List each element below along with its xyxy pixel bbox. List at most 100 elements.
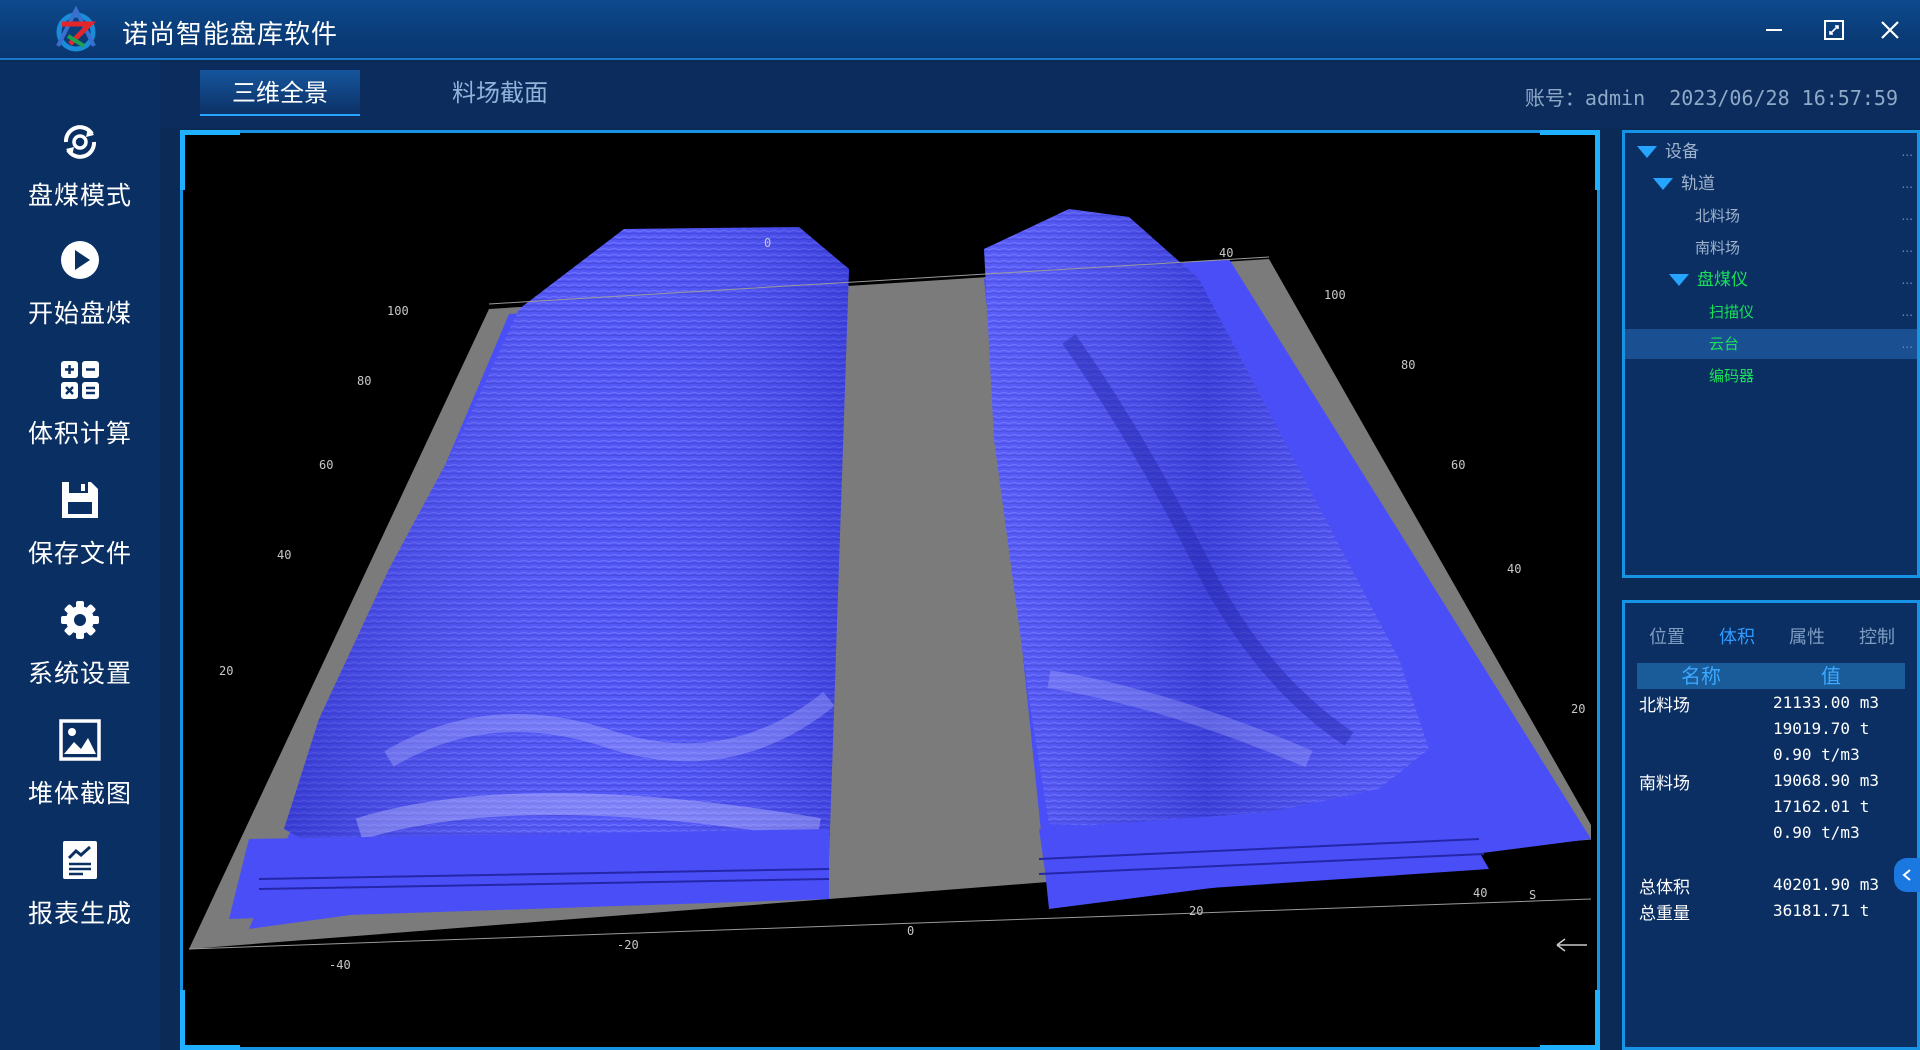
minimize-icon	[1766, 29, 1782, 31]
axis-tick-label: 80	[1401, 358, 1415, 372]
more-icon[interactable]: ...	[1902, 137, 1913, 167]
row-label: 南料场	[1639, 774, 1690, 794]
sidebar-item-label: 系统设置	[27, 659, 132, 688]
axis-tick-label: 40	[1473, 886, 1487, 900]
user-info: 账号：admin 2023/06/28 16:57:59	[1525, 82, 1898, 111]
expand-triangle-icon	[1637, 146, 1657, 158]
axis-tick-label: 20	[1571, 702, 1585, 716]
tree-item-north-yard[interactable]: 北料场...	[1625, 201, 1917, 231]
tree-item-label: 编码器	[1709, 367, 1755, 385]
axis-tick-label: -40	[329, 958, 351, 972]
info-tab-position[interactable]: 位置	[1649, 623, 1685, 649]
3d-viewport[interactable]: 0 100 80 60 40 20 40 100 80 60 40 20 -40…	[189, 139, 1591, 1047]
sidebar-item-label: 体积计算	[27, 419, 132, 448]
sidebar-item-coal-mode[interactable]: 盘煤模式	[0, 120, 160, 230]
report-icon	[63, 841, 97, 879]
row-value: 21133.00 m3	[1773, 693, 1879, 712]
expand-triangle-icon	[1669, 274, 1689, 286]
tab-bar: 三维全景 料场截面 账号：admin 2023/06/28 16:57:59	[160, 62, 1920, 128]
sidebar-item-label: 保存文件	[27, 539, 132, 568]
axis-tick-label: 40	[277, 548, 291, 562]
close-button[interactable]	[1870, 10, 1910, 50]
sidebar-item-report[interactable]: 报表生成	[0, 838, 160, 948]
sidebar-item-label: 报表生成	[27, 899, 132, 928]
close-icon	[1881, 21, 1899, 39]
row-label: 总体积	[1639, 878, 1690, 898]
column-header-name: 名称	[1681, 664, 1721, 688]
account-label: 账号：	[1524, 86, 1585, 110]
sidebar-item-snapshot[interactable]: 堆体截图	[0, 718, 160, 828]
row-value: 0.90 t/m3	[1773, 745, 1860, 764]
tree-item-encoder[interactable]: 编码器	[1625, 361, 1917, 391]
sidebar-item-settings[interactable]: 系统设置	[0, 598, 160, 708]
tree-item-label: 北料场	[1695, 207, 1741, 225]
info-tab-volume[interactable]: 体积	[1719, 623, 1755, 649]
tree-item-label: 扫描仪	[1709, 303, 1755, 321]
info-panel: 位置 体积 属性 控制 名称 值 北料场 21133.00 m3 19019.7…	[1622, 600, 1920, 1050]
axis-tick-label: 0	[907, 924, 914, 938]
tree-item-ptz[interactable]: 云台...	[1625, 329, 1917, 359]
axis-tick-label: 60	[1451, 458, 1465, 472]
tree-item-device[interactable]: 设备...	[1625, 137, 1917, 167]
tree-item-scanner-unit[interactable]: 盘煤仪...	[1625, 265, 1917, 295]
row-value: 36181.71 t	[1773, 901, 1870, 920]
3d-scene: 0 100 80 60 40 20 40 100 80 60 40 20 -40…	[189, 209, 1591, 972]
viewport-frame: 0 100 80 60 40 20 40 100 80 60 40 20 -40…	[180, 130, 1600, 1050]
axis-tick-label: 100	[387, 304, 409, 318]
account-name: admin	[1584, 86, 1646, 110]
row-value: 17162.01 t	[1773, 797, 1870, 816]
sidebar-item-start[interactable]: 开始盘煤	[0, 238, 160, 348]
save-icon	[62, 482, 98, 518]
gear-icon	[61, 601, 99, 639]
row-label: 北料场	[1639, 696, 1690, 716]
tree-item-label: 南料场	[1695, 239, 1741, 257]
sidebar-item-volume[interactable]: 体积计算	[0, 358, 160, 468]
image-icon	[59, 719, 101, 761]
more-icon[interactable]: ...	[1902, 297, 1913, 327]
tree-item-label: 盘煤仪	[1697, 270, 1748, 290]
tree-item-label: 设备	[1665, 142, 1699, 162]
chevron-left-icon	[1902, 869, 1911, 881]
axis-tick-label: S	[1529, 888, 1536, 902]
axis-tick-label: 40	[1507, 562, 1521, 576]
tab-yard-section[interactable]: 料场截面	[420, 70, 580, 116]
app-logo-icon	[56, 6, 97, 52]
axis-tick-label: 20	[1189, 904, 1203, 918]
axis-tick-label: 20	[219, 664, 233, 678]
maximize-button[interactable]	[1814, 10, 1854, 50]
info-tab-attributes[interactable]: 属性	[1789, 623, 1825, 649]
device-tree-panel: 设备... 轨道... 北料场... 南料场... 盘煤仪... 扫描仪... …	[1622, 130, 1920, 578]
more-icon[interactable]: ...	[1902, 329, 1913, 359]
tree-item-track[interactable]: 轨道...	[1625, 169, 1917, 199]
tab-3d-panorama[interactable]: 三维全景	[200, 70, 360, 116]
more-icon[interactable]: ...	[1902, 201, 1913, 231]
info-tab-control[interactable]: 控制	[1859, 623, 1895, 649]
row-value: 19068.90 m3	[1773, 771, 1879, 790]
row-label: 总重量	[1639, 904, 1690, 924]
axis-tick-label: 100	[1324, 288, 1346, 302]
row-value: 40201.90 m3	[1773, 875, 1879, 894]
sidebar-item-label: 堆体截图	[27, 779, 132, 808]
sidebar-item-label: 盘煤模式	[27, 181, 132, 210]
restore-icon	[1824, 20, 1844, 40]
axis-tick-label: 60	[319, 458, 333, 472]
minimize-button[interactable]	[1754, 10, 1794, 50]
play-icon	[61, 241, 99, 279]
datetime: 2023/06/28 16:57:59	[1669, 86, 1898, 110]
more-icon[interactable]: ...	[1902, 265, 1913, 295]
column-header-value: 值	[1821, 664, 1841, 688]
row-value: 19019.70 t	[1773, 719, 1870, 738]
sidebar: 盘煤模式 开始盘煤 体积计算 保存文件 系统设置 堆体截图 报表生成	[0, 62, 160, 1050]
more-icon[interactable]: ...	[1902, 169, 1913, 199]
tree-item-scanner[interactable]: 扫描仪...	[1625, 297, 1917, 327]
sidebar-item-save[interactable]: 保存文件	[0, 478, 160, 588]
axis-tick-label: -20	[617, 938, 639, 952]
mode-icon	[64, 125, 96, 159]
tree-item-south-yard[interactable]: 南料场...	[1625, 233, 1917, 263]
row-value: 0.90 t/m3	[1773, 823, 1860, 842]
collapse-panel-button[interactable]	[1894, 858, 1920, 892]
title-bar: 诺尚智能盘库软件	[0, 0, 1920, 60]
info-table-header: 名称 值	[1637, 663, 1905, 689]
more-icon[interactable]: ...	[1902, 233, 1913, 263]
axis-tick-label: 0	[764, 236, 771, 250]
